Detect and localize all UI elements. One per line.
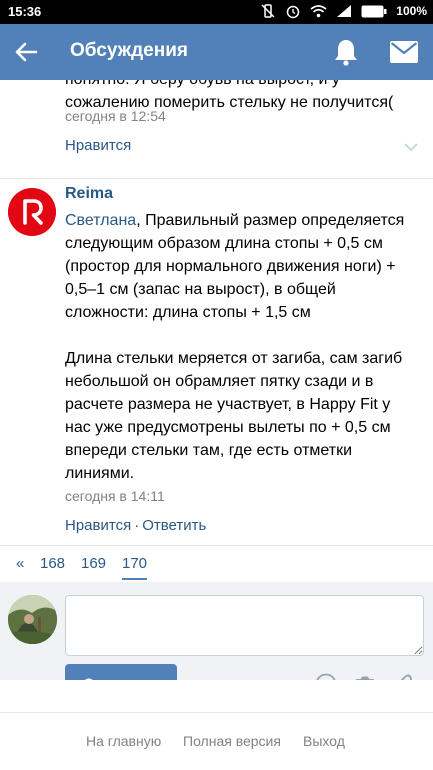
like-link[interactable]: Нравится [65,137,131,154]
comment-composer: Отправить [0,582,433,680]
battery-icon [361,5,387,17]
messages-envelope-icon[interactable] [390,41,418,63]
page-link-168[interactable]: 168 [40,555,65,572]
wifi-icon [310,5,327,18]
comment-text-paragraph-2: Длина стельки меряется от загиба, сам за… [65,350,403,482]
vibrate-off-icon [261,4,275,18]
footer-home-link[interactable]: На главную [86,733,161,749]
battery-percentage: 100% [396,4,427,18]
current-user-avatar[interactable] [8,595,57,644]
reply-link[interactable]: Ответить [142,517,206,534]
status-bar: 15:36 100% [0,0,433,24]
send-button[interactable]: Отправить [65,664,177,680]
notifications-bell-icon[interactable] [333,38,359,66]
previous-comment-date: сегодня в 12:54 [65,108,166,124]
message-input[interactable] [65,595,424,656]
separator-dot: · [134,517,140,534]
signal-icon [337,5,352,17]
footer-logout-link[interactable]: Выход [303,733,345,749]
comment-body: Светлана, Правильный размер определяется… [65,209,405,485]
alarm-icon [287,5,300,19]
emoji-smile-icon[interactable] [315,673,337,680]
reply-to-name[interactable]: Светлана [65,212,136,229]
divider [0,712,433,713]
status-icons: 100% [260,3,427,19]
chevron-down-icon[interactable] [404,142,418,152]
reima-logo-icon [8,188,56,236]
pagination: « 168 169 170 [0,546,433,582]
comment-date: сегодня в 14:11 [65,488,165,504]
comment-author[interactable]: Reima [65,185,113,203]
app-bar: Обсуждения [0,24,433,80]
footer-full-version-link[interactable]: Полная версия [183,733,281,749]
discussion-content: понятно. Я беру обувь на вырост, и у сож… [0,80,433,680]
page-link-169[interactable]: 169 [81,555,106,572]
user-photo [8,595,57,644]
footer: На главную Полная версия Выход [0,712,433,770]
divider [0,178,433,179]
like-link[interactable]: Нравится [65,517,131,534]
camera-icon[interactable] [354,673,376,680]
pagination-prev[interactable]: « [16,555,24,572]
back-arrow-icon[interactable] [12,38,40,66]
comment-actions: Нравится · Ответить [65,517,206,534]
page-link-170-current[interactable]: 170 [122,555,148,580]
status-time: 15:36 [8,4,42,19]
attachment-paperclip-icon[interactable] [393,673,415,680]
page-title: Обсуждения [70,40,188,61]
avatar[interactable] [8,188,56,236]
